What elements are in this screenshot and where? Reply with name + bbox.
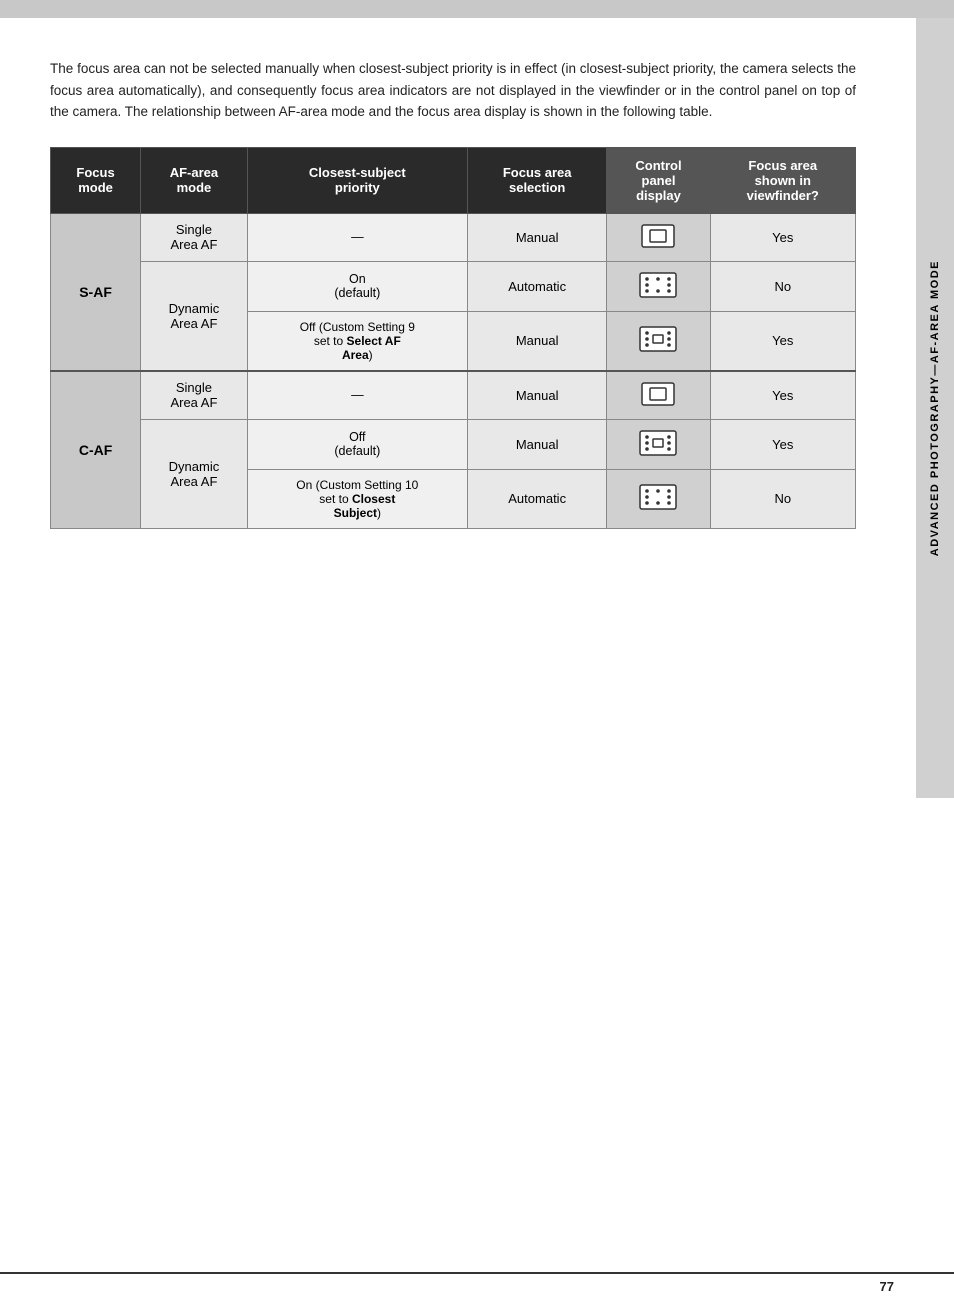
header-viewfinder: Focus areashown inviewfinder? (710, 147, 856, 213)
page-container: ADVANCED PHOTOGRAPHY—AF-AREA MODE The fo… (0, 0, 954, 1314)
top-bar (0, 0, 954, 18)
focus-sel-6: Automatic (467, 469, 607, 528)
page-number: 77 (880, 1279, 894, 1294)
control-icon-3 (607, 311, 710, 371)
closest-dynamic-on: On(default) (247, 261, 467, 311)
closest-caf-off: Off(default) (247, 419, 467, 469)
af-area-dynamic-1: DynamicArea AF (141, 261, 248, 371)
viewfinder-4: Yes (710, 371, 856, 420)
control-icon-2 (607, 261, 710, 311)
af-area-table: Focusmode AF-areamode Closest-subjectpri… (50, 147, 856, 529)
header-focus-selection: Focus areaselection (467, 147, 607, 213)
main-content: The focus area can not be selected manua… (0, 18, 916, 569)
viewfinder-3: Yes (710, 311, 856, 371)
dots-bracket-icon-2 (637, 428, 679, 458)
dots-bracket-icon (637, 324, 679, 354)
closest-single-2: — (247, 371, 467, 420)
viewfinder-1: Yes (710, 213, 856, 261)
focus-sel-4: Manual (467, 371, 607, 420)
bottom-rule (0, 1272, 954, 1274)
viewfinder-5: Yes (710, 419, 856, 469)
header-control-panel: Controlpaneldisplay (607, 147, 710, 213)
viewfinder-2: No (710, 261, 856, 311)
closest-single-1: — (247, 213, 467, 261)
focus-mode-saf: S-AF (51, 213, 141, 371)
af-area-dynamic-2: DynamicArea AF (141, 419, 248, 528)
focus-mode-caf: C-AF (51, 371, 141, 529)
focus-sel-1: Manual (467, 213, 607, 261)
control-icon-5 (607, 419, 710, 469)
table-row: S-AF SingleArea AF — Manual Yes (51, 213, 856, 261)
dots-icon-2 (637, 482, 679, 512)
viewfinder-6: No (710, 469, 856, 528)
header-af-area: AF-areamode (141, 147, 248, 213)
sidebar-right: ADVANCED PHOTOGRAPHY—AF-AREA MODE (916, 18, 954, 798)
af-area-single-1: SingleArea AF (141, 213, 248, 261)
focus-sel-5: Manual (467, 419, 607, 469)
dots-icon (637, 270, 679, 300)
focus-sel-2: Automatic (467, 261, 607, 311)
sidebar-text: ADVANCED PHOTOGRAPHY—AF-AREA MODE (929, 260, 941, 556)
control-icon-4 (607, 371, 710, 420)
table-row: DynamicArea AF Off(default) Manual (51, 419, 856, 469)
closest-caf-on: On (Custom Setting 10set to ClosestSubje… (247, 469, 467, 528)
table-row: C-AF SingleArea AF — Manual Yes (51, 371, 856, 420)
control-icon-1 (607, 213, 710, 261)
header-focus-mode: Focusmode (51, 147, 141, 213)
header-closest: Closest-subjectpriority (247, 147, 467, 213)
table-row: DynamicArea AF On(default) Automatic (51, 261, 856, 311)
intro-paragraph: The focus area can not be selected manua… (50, 58, 856, 123)
bracket-icon (639, 222, 677, 250)
closest-dynamic-off: Off (Custom Setting 9set to Select AFAre… (247, 311, 467, 371)
af-area-single-2: SingleArea AF (141, 371, 248, 420)
bracket-icon-2 (639, 380, 677, 408)
control-icon-6 (607, 469, 710, 528)
focus-sel-3: Manual (467, 311, 607, 371)
